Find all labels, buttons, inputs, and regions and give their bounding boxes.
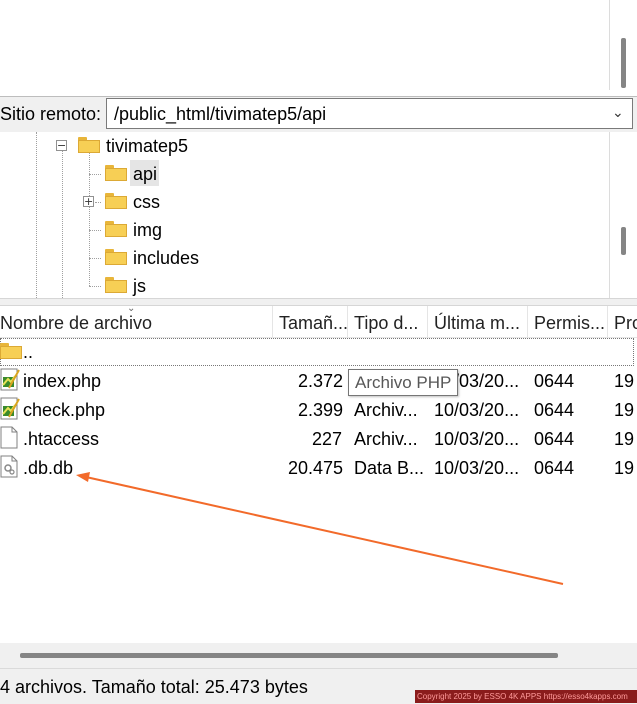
watermark: Copyright 2025 by ESSO 4K APPS https://e… xyxy=(415,690,637,703)
status-text: 4 archivos. Tamaño total: 25.473 bytes xyxy=(0,677,308,697)
horizontal-scroll-thumb[interactable] xyxy=(20,653,558,658)
annotation-arrow xyxy=(76,472,564,585)
